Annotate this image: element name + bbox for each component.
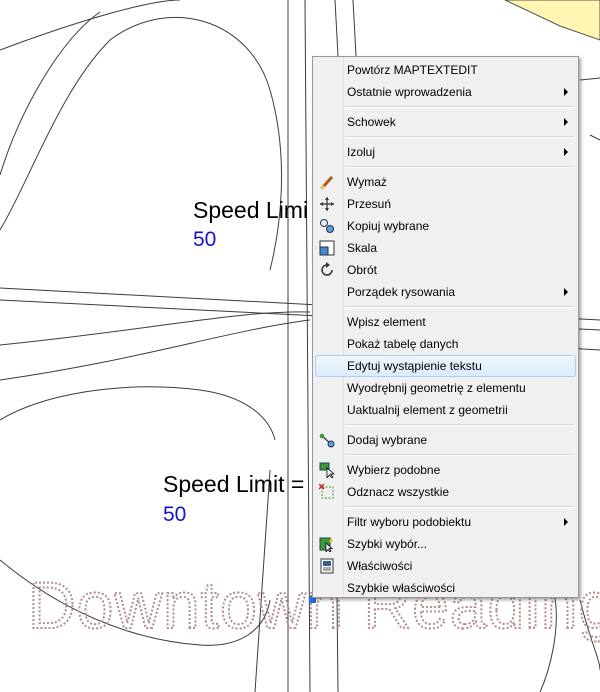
menu-item-draw-order[interactable]: Porządek rysowania <box>315 281 576 303</box>
submenu-arrow-icon <box>564 118 568 126</box>
submenu-arrow-icon <box>564 518 568 526</box>
quick-select-icon <box>319 537 334 552</box>
menu-item-label: Ostatnie wprowadzenia <box>347 85 472 99</box>
menu-item-label: Edytuj wystąpienie tekstu <box>347 359 482 373</box>
menu-item-label: Dodaj wybrane <box>347 433 428 447</box>
menu-item-erase[interactable]: Wymaż <box>315 171 576 193</box>
menu-item-label: Właściwości <box>347 559 413 573</box>
menu-separator <box>345 306 574 308</box>
menu-item-label: Obrót <box>347 263 378 277</box>
menu-item-label: Pokaż tabelę danych <box>347 337 459 351</box>
speed-limit-value-lower: 50 <box>163 503 187 526</box>
menu-separator <box>345 166 574 168</box>
submenu-arrow-icon <box>564 88 568 96</box>
menu-item-label: Wyodrębnij geometrię z elementu <box>347 381 526 395</box>
menu-item-label: Schowek <box>347 115 396 129</box>
menu-item-edit-text-instance[interactable]: Edytuj wystąpienie tekstu <box>315 355 576 377</box>
menu-separator <box>345 506 574 508</box>
properties-icon <box>320 558 334 574</box>
menu-item-move[interactable]: Przesuń <box>315 193 576 215</box>
speed-limit-label-upper: Speed Limi <box>193 197 309 223</box>
menu-item-label: Powtórz MAPTEXTEDIT <box>347 63 478 77</box>
menu-item-update-element[interactable]: Uaktualnij element z geometrii <box>315 399 576 421</box>
menu-item-recent-input[interactable]: Ostatnie wprowadzenia <box>315 81 576 103</box>
speed-limit-value-upper: 50 <box>193 228 217 251</box>
menu-item-label: Skala <box>347 241 378 255</box>
menu-item-deselect-all[interactable]: Odznacz wszystkie <box>315 481 576 503</box>
menu-item-properties[interactable]: Właściwości <box>315 555 576 577</box>
menu-item-quick-properties[interactable]: Szybkie właściwości <box>315 577 576 599</box>
menu-item-copy-selection[interactable]: Kopiuj wybrane <box>315 215 576 237</box>
submenu-arrow-icon <box>564 288 568 296</box>
menu-item-label: Porządek rysowania <box>347 285 456 299</box>
select-similar-icon <box>319 462 335 478</box>
menu-item-label: Wybierz podobne <box>347 463 441 477</box>
speed-limit-label-lower: Speed Limit = <box>163 471 305 497</box>
menu-item-label: Przesuń <box>347 197 392 211</box>
menu-item-label: Izoluj <box>347 145 376 159</box>
rotate-icon <box>321 262 333 276</box>
menu-item-rotate[interactable]: Obrót <box>315 259 576 281</box>
menu-item-show-data-table[interactable]: Pokaż tabelę danych <box>315 333 576 355</box>
menu-item-scale[interactable]: Skala <box>315 237 576 259</box>
copy-selection-icon <box>320 219 334 233</box>
menu-item-quick-select[interactable]: Szybki wybór... <box>315 533 576 555</box>
add-selected-icon <box>319 433 335 448</box>
context-menu: Powtórz MAPTEXTEDIT Ostatnie wprowadzeni… <box>312 56 579 598</box>
move-icon <box>320 197 334 211</box>
menu-item-label: Kopiuj wybrane <box>347 219 430 233</box>
menu-item-label: Wymaż <box>347 175 387 189</box>
eraser-icon <box>319 175 334 190</box>
menu-separator <box>345 136 574 138</box>
menu-item-add-selected[interactable]: Dodaj wybrane <box>315 429 576 451</box>
menu-separator <box>345 106 574 108</box>
submenu-arrow-icon <box>564 148 568 156</box>
parcel-shape <box>504 0 600 41</box>
menu-item-repeat[interactable]: Powtórz MAPTEXTEDIT <box>315 59 576 81</box>
menu-item-clipboard[interactable]: Schowek <box>315 111 576 133</box>
menu-item-label: Filtr wyboru podobiektu <box>347 515 472 529</box>
menu-item-label: Odznacz wszystkie <box>347 485 450 499</box>
menu-item-enter-element[interactable]: Wpisz element <box>315 311 576 333</box>
menu-item-label: Szybki wybór... <box>347 537 428 551</box>
menu-item-label: Szybkie właściwości <box>347 581 456 595</box>
menu-item-subobject-filter[interactable]: Filtr wyboru podobiektu <box>315 511 576 533</box>
menu-separator <box>345 454 574 456</box>
deselect-all-icon <box>319 484 334 499</box>
scale-icon <box>319 240 335 256</box>
menu-item-label: Wpisz element <box>347 315 426 329</box>
menu-item-extract-geometry[interactable]: Wyodrębnij geometrię z elementu <box>315 377 576 399</box>
menu-item-select-similar[interactable]: Wybierz podobne <box>315 459 576 481</box>
menu-separator <box>345 424 574 426</box>
menu-item-label: Uaktualnij element z geometrii <box>347 403 508 417</box>
menu-item-isolate[interactable]: Izoluj <box>315 141 576 163</box>
